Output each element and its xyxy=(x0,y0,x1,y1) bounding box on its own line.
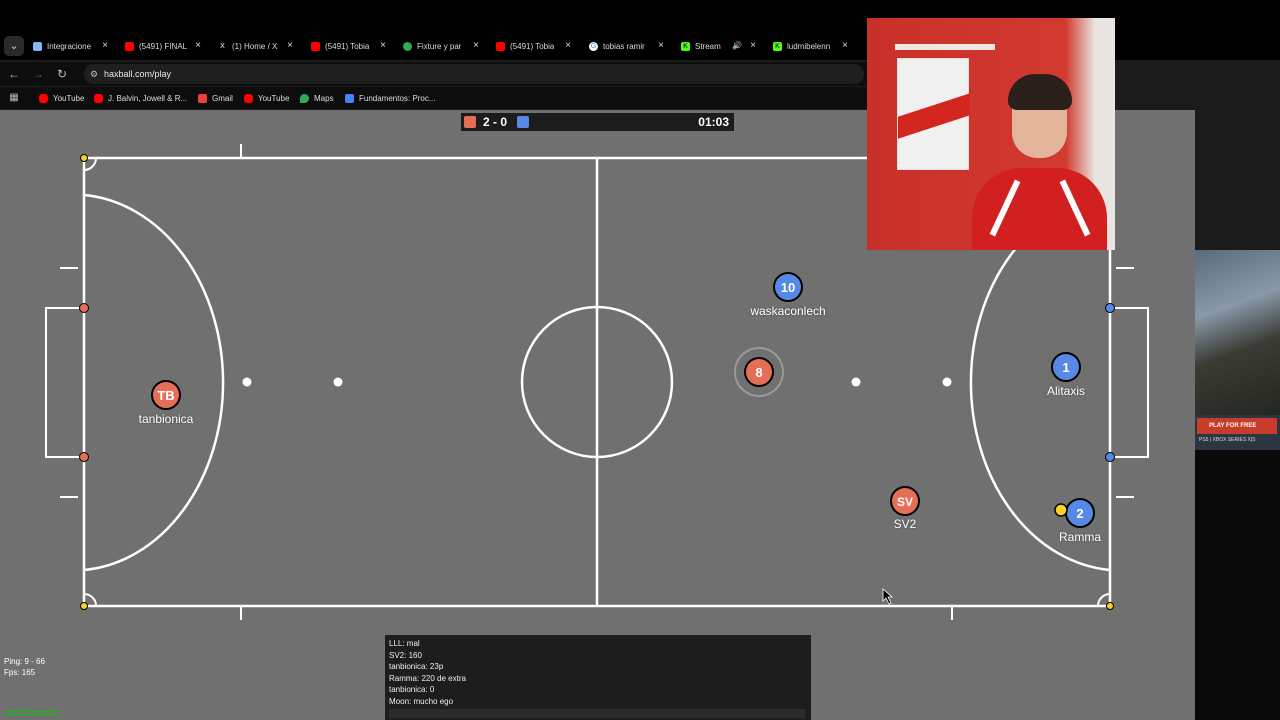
mouse-cursor-icon xyxy=(882,588,894,605)
game-advertisement[interactable]: PLAY FOR FREE PS5 | XBOX SERIES X|S xyxy=(1195,250,1280,450)
score: 2 - 0 xyxy=(483,115,508,129)
match-timer: 01:03 xyxy=(698,115,729,129)
chat-input[interactable] xyxy=(389,709,805,718)
goal-post-blue xyxy=(1105,452,1115,462)
chat-message: tanbionica: 23p xyxy=(389,662,444,671)
chat-panel: LLL: mal SV2: 160 tanbionica: 23p Ramma:… xyxy=(385,635,811,720)
player-avatar: TB xyxy=(157,388,174,403)
player-name: Alitaxis xyxy=(1046,384,1085,398)
player-red-tanbionica: TB xyxy=(151,380,181,410)
blue-team-icon xyxy=(517,116,529,128)
player-blue-ramma: 2 xyxy=(1065,498,1095,528)
penalty-mark xyxy=(242,377,252,387)
penalty-mark xyxy=(851,377,861,387)
ping-text: Ping: 9 - 66 xyxy=(4,657,45,666)
ad-image xyxy=(1195,250,1280,415)
webcam-overlay xyxy=(867,18,1115,250)
left-goal xyxy=(45,307,84,458)
player-red-sv2: SV xyxy=(890,486,920,516)
chat-message: Ramma: 220 de extra xyxy=(389,673,466,683)
streamer-shirt xyxy=(972,168,1107,250)
webcam-shelf xyxy=(895,44,995,50)
goal-post-red xyxy=(79,303,89,313)
webcam-flag xyxy=(897,58,970,170)
chat-message: tanbionica: 0 xyxy=(389,685,435,694)
right-goal xyxy=(1110,307,1149,458)
chat-message: LLL: mal xyxy=(389,639,420,648)
goal-post-blue xyxy=(1105,303,1115,313)
fps-text: Fps: 165 xyxy=(4,668,36,677)
player-name: tanbionica xyxy=(138,412,194,426)
player-name: SV2 xyxy=(893,517,917,531)
penalty-mark xyxy=(942,377,952,387)
chat-message: Moon: mucho ego xyxy=(389,696,454,706)
player-avatar: 2 xyxy=(1076,506,1083,521)
player-avatar: 10 xyxy=(781,280,795,295)
scoreboard: 2 - 0 01:03 xyxy=(461,113,734,131)
ping-graph xyxy=(4,708,58,715)
play-for-free-button[interactable]: PLAY FOR FREE xyxy=(1197,418,1277,434)
streamer xyxy=(972,74,1107,250)
corner-post xyxy=(1106,602,1114,610)
goal-post-red xyxy=(79,452,89,462)
flag-band xyxy=(898,93,970,139)
network-stats: Ping: 9 - 66 Fps: 165 xyxy=(4,656,45,678)
sidebar-blank xyxy=(1195,450,1280,720)
streamer-hair xyxy=(1008,74,1072,110)
left-penalty-area xyxy=(83,193,225,572)
player-avatar: 8 xyxy=(755,365,762,380)
chat-message: SV2: 160 xyxy=(389,650,422,660)
player-blue-waskaconlech: 10 xyxy=(773,272,803,302)
ad-platforms: PS5 | XBOX SERIES X|S xyxy=(1199,437,1256,443)
player-name: waskaconlech xyxy=(750,304,826,318)
corner-post xyxy=(80,154,88,162)
player-red-8: 8 xyxy=(734,347,784,397)
penalty-mark xyxy=(333,377,343,387)
player-avatar: SV xyxy=(897,495,913,509)
player-avatar: 1 xyxy=(1062,360,1069,375)
player-name: Ramma xyxy=(1058,530,1101,544)
ball xyxy=(1054,503,1068,517)
corner-post xyxy=(80,602,88,610)
red-team-icon xyxy=(464,116,476,128)
player-blue-alitaxis: 1 xyxy=(1051,352,1081,382)
